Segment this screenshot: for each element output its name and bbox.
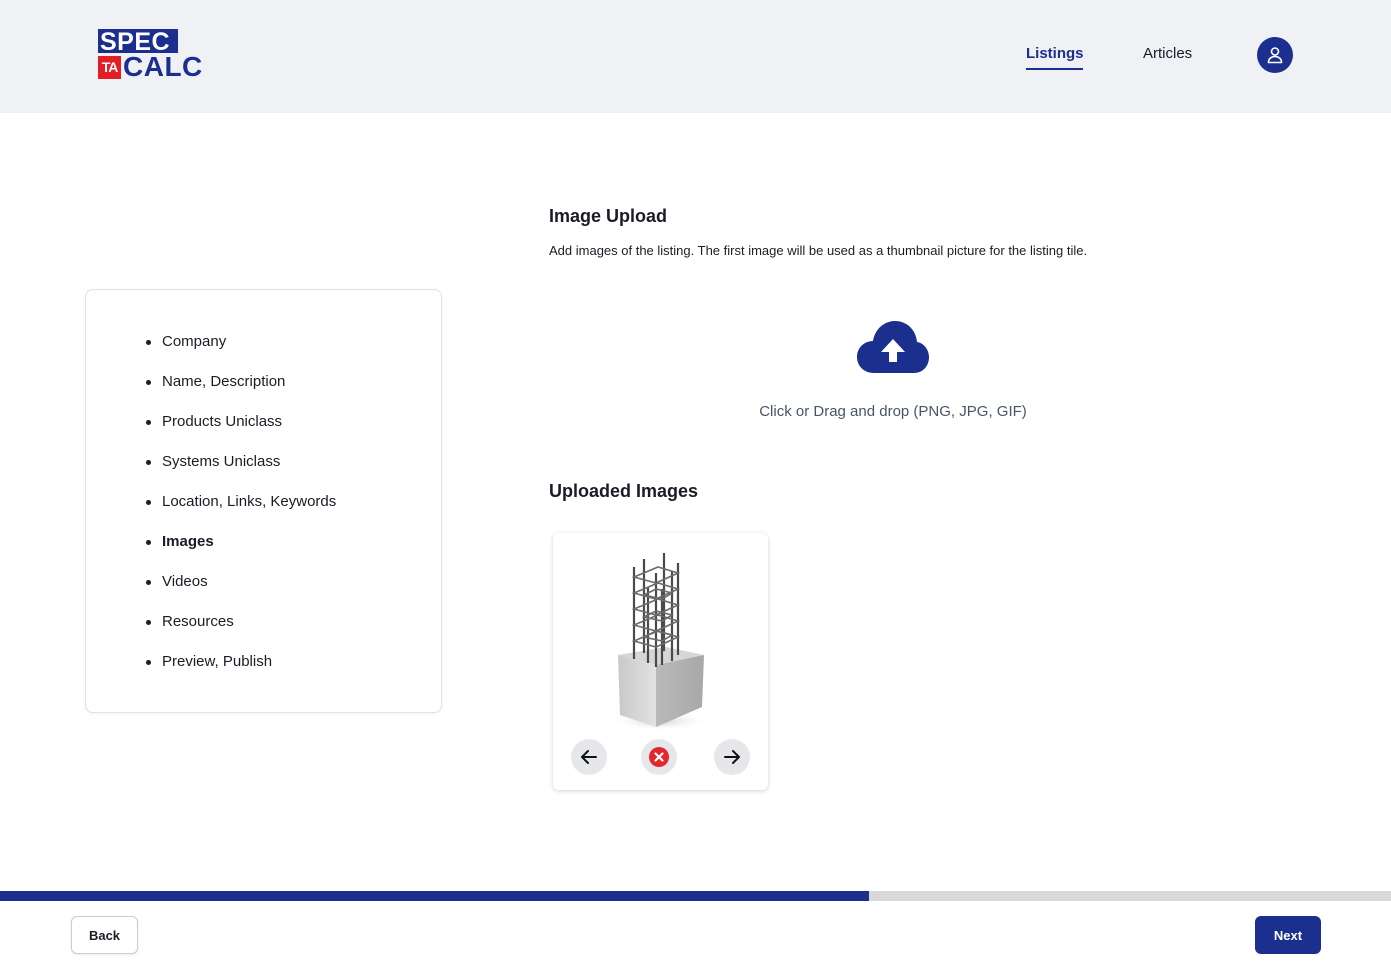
arrow-right-icon bbox=[724, 750, 740, 764]
step-location-links-keywords[interactable]: Location, Links, Keywords bbox=[144, 491, 336, 531]
step-images[interactable]: Images bbox=[144, 531, 336, 571]
remove-icon bbox=[649, 747, 669, 767]
progress-bar-fill bbox=[0, 891, 870, 901]
image-upload-heading: Image Upload bbox=[549, 206, 668, 226]
move-image-right-button[interactable] bbox=[714, 739, 750, 775]
logo-spec-text: SPEC bbox=[98, 29, 178, 55]
user-icon bbox=[1267, 47, 1283, 64]
step-preview-publish[interactable]: Preview, Publish bbox=[144, 651, 336, 691]
remove-image-button[interactable] bbox=[641, 739, 677, 775]
cloud-upload-icon bbox=[857, 321, 929, 373]
step-name-description[interactable]: Name, Description bbox=[144, 371, 336, 411]
next-button[interactable]: Next bbox=[1255, 916, 1321, 954]
logo-ta-badge: TA bbox=[98, 56, 121, 79]
back-button[interactable]: Back bbox=[71, 916, 138, 954]
nav-listings[interactable]: Listings bbox=[1026, 44, 1084, 64]
steps-panel: Company Name, Description Products Unicl… bbox=[85, 289, 442, 713]
dropzone-instructions: Click or Drag and drop (PNG, JPG, GIF) bbox=[759, 403, 1027, 420]
arrow-left-icon bbox=[581, 750, 597, 764]
step-videos[interactable]: Videos bbox=[144, 571, 336, 611]
logo-calc-text: CALC bbox=[123, 51, 203, 82]
user-avatar-button[interactable] bbox=[1257, 37, 1293, 73]
uploaded-images-heading: Uploaded Images bbox=[549, 481, 699, 501]
rebar-column-image bbox=[610, 553, 710, 731]
spec-calc-logo[interactable]: SPEC TA CALC bbox=[98, 29, 202, 82]
uploaded-image-card bbox=[553, 533, 768, 790]
step-systems-uniclass[interactable]: Systems Uniclass bbox=[144, 451, 336, 491]
steps-list: Company Name, Description Products Unicl… bbox=[144, 331, 336, 691]
image-upload-description: Add images of the listing. The first ima… bbox=[549, 243, 1088, 258]
step-resources[interactable]: Resources bbox=[144, 611, 336, 651]
image-dropzone[interactable]: Click or Drag and drop (PNG, JPG, GIF) bbox=[700, 310, 1086, 435]
nav-active-underline bbox=[1026, 68, 1083, 70]
top-header: SPEC TA CALC Listings Articles bbox=[0, 0, 1391, 113]
step-company[interactable]: Company bbox=[144, 331, 336, 371]
nav-articles[interactable]: Articles bbox=[1143, 44, 1192, 64]
progress-bar bbox=[0, 891, 1391, 901]
step-products-uniclass[interactable]: Products Uniclass bbox=[144, 411, 336, 451]
move-image-left-button[interactable] bbox=[571, 739, 607, 775]
